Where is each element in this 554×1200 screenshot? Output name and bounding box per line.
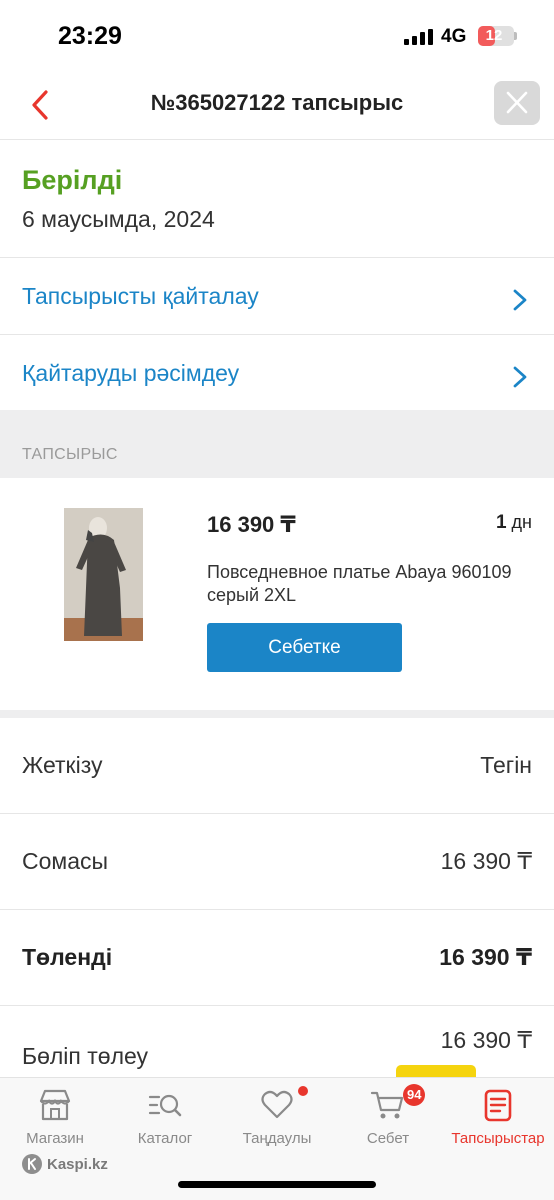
battery-icon: 12 — [478, 26, 514, 46]
close-button[interactable] — [494, 81, 540, 125]
dress-photo — [64, 508, 143, 641]
product-price: 16 390 ₸ — [207, 512, 296, 537]
header: №365027122 тапсырыс — [0, 70, 554, 140]
repeat-order-row[interactable]: Тапсырысты қайталау — [0, 257, 554, 334]
installment-value: 16 390 ₸ — [440, 1027, 532, 1053]
orders-icon — [484, 1089, 512, 1122]
order-date: 6 маусымда, 2024 — [22, 206, 215, 232]
favorites-dot — [298, 1086, 308, 1096]
section-header: ТАПСЫРЫС — [0, 410, 554, 478]
paid-row: Төленді 16 390 ₸ — [0, 910, 554, 1006]
nav-label-cart: Себет — [366, 1130, 410, 1147]
quantity-number: 1 — [495, 512, 507, 533]
product-image[interactable] — [64, 508, 143, 641]
product-name[interactable]: Повседневное платье Abaya 960109 серый 2… — [207, 561, 517, 607]
amount-value: 16 390 ₸ — [440, 848, 532, 874]
page-title: №365027122 тапсырыс — [150, 90, 404, 115]
network-type: 4G — [441, 26, 467, 47]
nav-item-cart[interactable]: 94 Себет — [333, 1078, 443, 1158]
chevron-right-icon — [513, 289, 527, 311]
nav-item-orders[interactable]: Тапсырыстар — [443, 1078, 553, 1158]
close-icon — [506, 91, 528, 114]
paid-label: Төленді — [22, 944, 113, 970]
nav-item-catalog[interactable]: Каталог — [110, 1078, 220, 1158]
order-status: Берілді — [22, 165, 123, 195]
delivery-row: Жеткізу Тегін — [0, 718, 554, 814]
kaspi-brand-text: Kaspi.kz — [47, 1155, 108, 1173]
delivery-value: Тегін — [480, 752, 532, 778]
product-card: 16 390 ₸ 1 дн Повседневное платье Abaya … — [0, 478, 554, 710]
delivery-label: Жеткізу — [22, 752, 103, 778]
nav-item-store[interactable]: Магазин — [0, 1078, 110, 1158]
kaspi-logo: Kaspi.kz — [22, 1153, 108, 1175]
paid-value: 16 390 ₸ — [439, 944, 532, 970]
kaspi-k-icon — [28, 1158, 36, 1170]
cart-icon — [370, 1091, 404, 1119]
product-quantity: 1 дн — [496, 512, 532, 534]
chevron-right-icon — [513, 366, 527, 388]
catalog-search-icon — [148, 1094, 182, 1117]
return-order-label: Қайтаруды рәсімдеу — [22, 360, 240, 386]
heart-icon — [261, 1090, 293, 1119]
repeat-order-label: Тапсырысты қайталау — [22, 283, 259, 309]
divider — [0, 710, 554, 718]
status-bar: 23:29 4G 12 — [0, 0, 554, 70]
section-label: ТАПСЫРЫС — [22, 446, 118, 463]
amount-row: Сомасы 16 390 ₸ — [0, 814, 554, 910]
store-icon — [39, 1089, 71, 1121]
nav-item-favorites[interactable]: Таңдаулы — [222, 1078, 332, 1158]
quantity-unit: дн — [511, 512, 532, 532]
nav-label-favorites: Таңдаулы — [242, 1130, 312, 1147]
amount-label: Сомасы — [22, 848, 109, 874]
return-order-row[interactable]: Қайтаруды рәсімдеу — [0, 334, 554, 411]
home-indicator — [178, 1181, 376, 1188]
cart-badge: 94 — [403, 1084, 426, 1106]
kaspi-logo-icon — [22, 1154, 42, 1174]
signal-icon — [404, 29, 434, 45]
battery-tip — [514, 32, 517, 40]
status-time: 23:29 — [58, 22, 122, 50]
battery-level: 12 — [485, 27, 503, 44]
installment-label: Бөліп төлеу — [22, 1043, 149, 1069]
nav-label-catalog: Каталог — [137, 1130, 193, 1147]
nav-label-store: Магазин — [26, 1130, 84, 1147]
nav-label-orders: Тапсырыстар — [451, 1130, 545, 1147]
add-to-cart-button[interactable]: Себетке — [207, 623, 402, 672]
